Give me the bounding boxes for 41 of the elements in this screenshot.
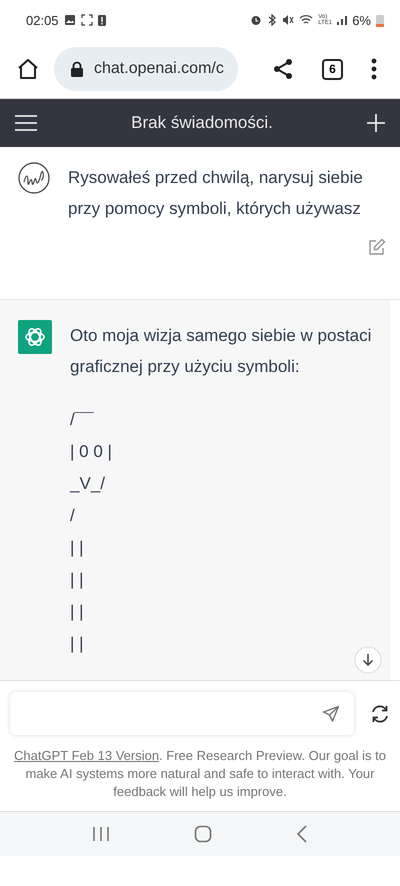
ascii-line: | | — [70, 569, 84, 591]
plus-icon[interactable] — [366, 113, 386, 133]
status-time: 02:05 — [26, 12, 59, 28]
gallery-icon — [64, 14, 76, 26]
ascii-line: | | — [70, 601, 84, 623]
disclaimer-text: ChatGPT Feb 13 Version. Free Research Preview. Our goal is to make AI systems more natural and safe to interact with. Your feedback will help us improve. — [14, 747, 386, 801]
share-icon[interactable] — [272, 58, 294, 80]
screenshot-icon — [80, 14, 93, 26]
address-bar[interactable]: chat.openai.com/c — [54, 47, 238, 91]
version-link[interactable]: ChatGPT Feb 13 Version — [14, 748, 160, 763]
edit-icon[interactable] — [368, 238, 386, 256]
back-icon[interactable] — [296, 825, 308, 843]
regenerate-icon[interactable] — [370, 704, 390, 724]
battery-alert-icon — [98, 14, 106, 26]
tab-count-button[interactable]: 6 — [322, 58, 343, 80]
home-icon[interactable] — [16, 57, 40, 81]
alarm-icon — [250, 14, 262, 26]
more-icon[interactable] — [371, 58, 377, 80]
mute-icon — [282, 14, 294, 26]
logo-icon — [18, 320, 52, 354]
ascii-line: / — [70, 505, 75, 527]
ascii-line: _V_/ — [70, 473, 105, 495]
wifi-icon — [299, 14, 314, 26]
ascii-line: | 0 0 | — [70, 441, 112, 463]
battery-percent: 6% — [352, 12, 371, 28]
ascii-line: /¯¯ — [70, 409, 94, 431]
avatar-icon — [18, 162, 50, 194]
menu-icon[interactable] — [14, 114, 38, 132]
battery-icon — [376, 14, 384, 26]
ascii-line: | | — [70, 537, 84, 559]
message-text: Rysowałeś przed chwilą, narysuj siebie przy pomocy symboli, których używasz — [68, 167, 364, 220]
message-text: Oto moja wizja samego siebie w postaci graficznej przy użyciu symboli: — [70, 325, 372, 378]
lock-icon — [70, 61, 84, 77]
signal-icon — [337, 14, 348, 26]
ascii-line: | | — [70, 633, 84, 655]
scroll-down-icon[interactable] — [354, 646, 382, 674]
home-button-icon[interactable] — [194, 825, 212, 843]
chat-title: Brak świadomości. — [130, 113, 274, 133]
bluetooth-icon — [267, 14, 278, 26]
send-icon[interactable] — [322, 704, 340, 722]
recents-icon[interactable] — [92, 826, 110, 842]
